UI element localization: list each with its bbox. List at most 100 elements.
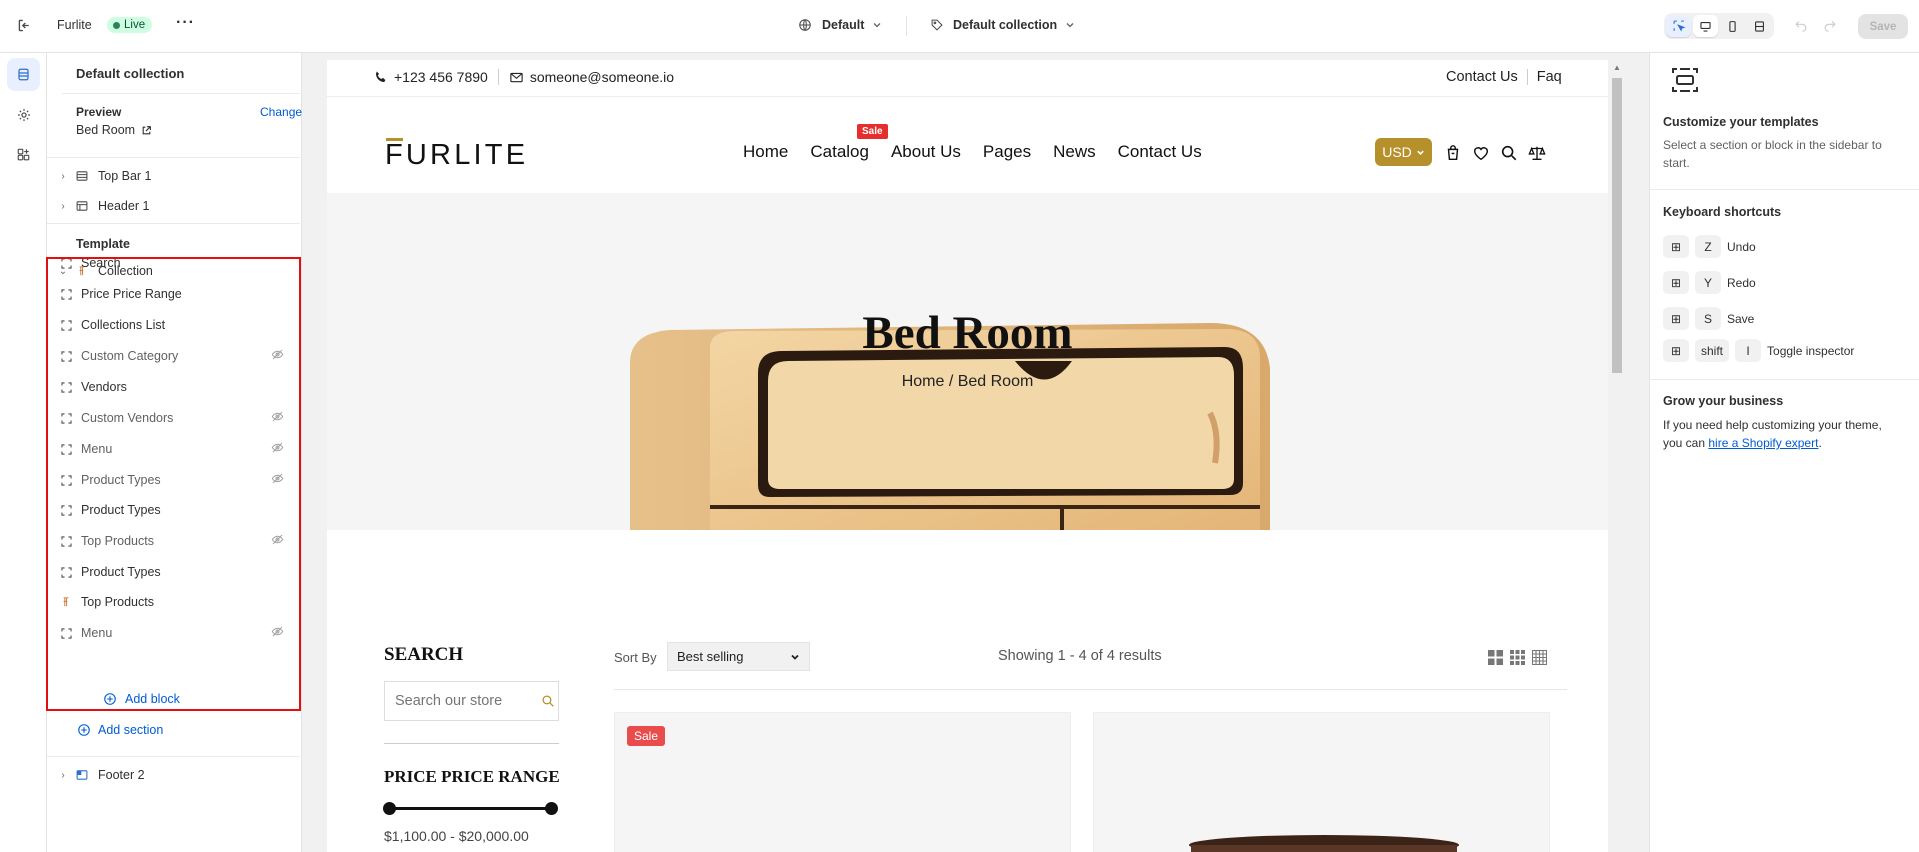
nav-item[interactable]: About Us bbox=[891, 142, 961, 162]
contact-info: +123 456 7890 someone@someone.io bbox=[373, 69, 674, 85]
price-heading: PRICE PRICE RANGE bbox=[384, 767, 560, 786]
preview-change-link[interactable]: Change bbox=[260, 105, 302, 119]
nav-item[interactable]: Home bbox=[743, 142, 788, 162]
theme-selector-label: Default bbox=[822, 18, 865, 32]
product-card[interactable] bbox=[1093, 712, 1550, 852]
sort-select[interactable]: Best selling bbox=[667, 642, 810, 671]
store-name: Furlite bbox=[57, 18, 92, 32]
shortcut-label: Undo bbox=[1727, 239, 1756, 254]
grow-text-end: . bbox=[1818, 436, 1822, 450]
phone-number[interactable]: +123 456 7890 bbox=[394, 69, 488, 85]
sale-tag: Sale bbox=[857, 124, 888, 139]
header-icon bbox=[71, 199, 93, 213]
apps-icon bbox=[17, 148, 30, 161]
store-logo[interactable]: FURLITE bbox=[385, 139, 528, 172]
top-links: Contact Us Faq bbox=[1446, 69, 1562, 85]
shortcut-save: ⊞ S Save bbox=[1663, 307, 1754, 330]
grid-4-icon[interactable] bbox=[1532, 650, 1547, 665]
shortcut-key: Y bbox=[1695, 271, 1721, 294]
header-icons bbox=[1444, 144, 1546, 162]
price-slider-min-handle[interactable] bbox=[383, 802, 396, 815]
customize-desc: Select a section or block in the sidebar… bbox=[1663, 138, 1882, 170]
selection-highlight bbox=[46, 257, 301, 711]
hire-expert-link[interactable]: hire a Shopify expert bbox=[1708, 436, 1818, 450]
divider bbox=[62, 93, 300, 94]
divider bbox=[1650, 379, 1919, 380]
sections-nav-button[interactable] bbox=[7, 58, 40, 91]
status-badge-label: Live bbox=[124, 19, 146, 31]
save-button[interactable]: Save bbox=[1858, 14, 1908, 39]
phone-icon bbox=[373, 70, 388, 85]
scroll-up-arrow[interactable]: ▲ bbox=[1613, 63, 1621, 72]
preview-resource[interactable]: Bed Room bbox=[76, 123, 152, 137]
product-image bbox=[1189, 835, 1459, 852]
sort-value: Best selling bbox=[677, 649, 744, 664]
shortcut-toggle-inspector: ⊞ shift I Toggle inspector bbox=[1663, 339, 1854, 362]
divider bbox=[47, 756, 300, 757]
section-top-bar[interactable]: › Top Bar 1 bbox=[55, 162, 287, 190]
exit-icon[interactable] bbox=[16, 17, 33, 34]
nav-item[interactable]: Pages bbox=[983, 142, 1031, 162]
settings-nav-button[interactable] bbox=[7, 98, 40, 131]
scrollbar-thumb[interactable] bbox=[1612, 78, 1622, 373]
grid-3-icon[interactable] bbox=[1510, 650, 1525, 665]
theme-selector[interactable]: Default bbox=[798, 18, 882, 32]
live-dot-icon bbox=[113, 21, 120, 29]
apps-nav-button[interactable] bbox=[7, 138, 40, 171]
search-icon[interactable] bbox=[1500, 144, 1518, 162]
shortcut-redo: ⊞ Y Redo bbox=[1663, 271, 1756, 294]
nav-item[interactable]: Contact Us bbox=[1118, 142, 1202, 162]
desktop-view-button[interactable] bbox=[1693, 15, 1718, 37]
preview-label: Preview bbox=[76, 105, 122, 119]
heart-icon[interactable] bbox=[1472, 144, 1490, 162]
template-selector[interactable]: Default collection bbox=[930, 18, 1075, 32]
add-section-label: Add section bbox=[98, 723, 164, 737]
store-search-box bbox=[384, 681, 559, 721]
preview-scrollbar[interactable]: ▲ bbox=[1608, 60, 1625, 852]
fullscreen-view-button[interactable] bbox=[1747, 15, 1772, 37]
cart-icon[interactable] bbox=[1444, 144, 1462, 162]
chevron-down-icon bbox=[791, 654, 799, 660]
breadcrumb: Home / Bed Room bbox=[901, 373, 1034, 390]
sort-label: Sort By bbox=[614, 650, 657, 665]
email-address[interactable]: someone@someone.io bbox=[530, 69, 674, 85]
command-key-icon: ⊞ bbox=[1663, 271, 1689, 294]
add-section-button[interactable]: Add section bbox=[73, 716, 305, 744]
inspector-toggle[interactable] bbox=[1666, 15, 1691, 37]
command-key-icon: ⊞ bbox=[1663, 235, 1689, 258]
section-footer[interactable]: › Footer 2 bbox=[55, 761, 287, 789]
mail-icon bbox=[509, 70, 524, 85]
divider bbox=[614, 689, 1567, 690]
shortcut-label: Toggle inspector bbox=[1767, 343, 1855, 358]
more-actions-button[interactable]: ··· bbox=[176, 14, 195, 32]
nav-item[interactable]: Catalog bbox=[810, 142, 869, 162]
contact-link[interactable]: Contact Us bbox=[1446, 69, 1518, 85]
device-toggle-group bbox=[1664, 13, 1774, 39]
faq-link[interactable]: Faq bbox=[1537, 69, 1562, 85]
command-key-icon: ⊞ bbox=[1663, 307, 1689, 330]
price-slider-track bbox=[389, 807, 552, 810]
top-bar-icon bbox=[71, 169, 93, 183]
product-card[interactable]: Sale bbox=[614, 712, 1071, 852]
inspector-panel: Customize your templates Select a sectio… bbox=[1649, 53, 1919, 852]
shortcut-label: Redo bbox=[1727, 275, 1756, 290]
divider bbox=[384, 743, 559, 744]
currency-selector[interactable]: USD bbox=[1375, 138, 1432, 166]
main-nav: Home Catalog About Us Pages News Contact Us bbox=[743, 142, 1202, 162]
nav-item[interactable]: News bbox=[1053, 142, 1096, 162]
search-icon[interactable] bbox=[541, 694, 555, 708]
plus-circle-icon bbox=[73, 723, 95, 737]
grid-2-icon[interactable] bbox=[1488, 650, 1503, 665]
compare-icon[interactable] bbox=[1528, 144, 1546, 162]
shortcut-undo: ⊞ Z Undo bbox=[1663, 235, 1756, 258]
shortcuts-title: Keyboard shortcuts bbox=[1663, 205, 1782, 219]
store-search-input[interactable] bbox=[395, 693, 535, 709]
section-label: Header 1 bbox=[98, 199, 150, 213]
section-label: Top Bar 1 bbox=[98, 169, 152, 183]
undo-icon[interactable] bbox=[1794, 18, 1808, 32]
redo-icon[interactable] bbox=[1823, 18, 1837, 32]
mobile-view-button[interactable] bbox=[1720, 15, 1745, 37]
section-header[interactable]: › Header 1 bbox=[55, 192, 287, 220]
price-slider-max-handle[interactable] bbox=[545, 802, 558, 815]
divider bbox=[906, 16, 907, 36]
